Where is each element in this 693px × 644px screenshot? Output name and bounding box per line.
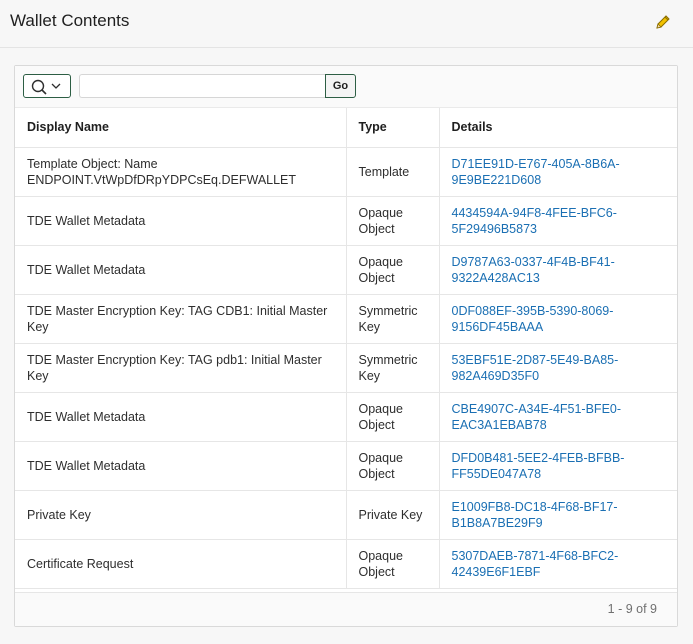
details-link[interactable]: CBE4907C-A34E-4F51-BFE0-EAC3A1EBAB78 [452, 402, 622, 432]
display-name-cell: TDE Wallet Metadata [15, 245, 346, 295]
type-cell: Opaque Object [345, 539, 439, 589]
table-row: Private Key Private Key E1009FB8-DC18-4F… [15, 490, 677, 540]
details-cell: 0DF088EF-395B-5390-8069-9156DF45BAAA [438, 294, 677, 344]
details-cell: E1009FB8-DC18-4F68-BF17-B1B8A7BE29F9 [438, 490, 677, 540]
details-link[interactable]: E1009FB8-DC18-4F68-BF17-B1B8A7BE29F9 [452, 500, 618, 530]
details-cell: D71EE91D-E767-405A-8B6A-9E9BE221D608 [438, 147, 677, 197]
table-row: Template Object: Name ENDPOINT.VtWpDfDRp… [15, 147, 677, 197]
type-cell: Opaque Object [345, 245, 439, 295]
details-cell: CBE4907C-A34E-4F51-BFE0-EAC3A1EBAB78 [438, 392, 677, 442]
details-link[interactable]: D71EE91D-E767-405A-8B6A-9E9BE221D608 [452, 157, 620, 187]
type-cell: Opaque Object [345, 441, 439, 491]
display-name-cell: TDE Wallet Metadata [15, 196, 346, 246]
display-name-cell: TDE Wallet Metadata [15, 441, 346, 491]
details-link[interactable]: 5307DAEB-7871-4F68-BFC2-42439E6F1EBF [452, 549, 619, 579]
search-column-menu-button[interactable] [23, 74, 71, 98]
details-cell: 5307DAEB-7871-4F68-BFC2-42439E6F1EBF [438, 539, 677, 589]
type-cell: Opaque Object [345, 392, 439, 442]
pagination-info: 1 - 9 of 9 [607, 602, 657, 616]
details-cell: DFD0B481-5EE2-4FEB-BFBB-FF55DE047A78 [438, 441, 677, 491]
wallet-contents-report: Go Display Name Type Details Template Ob… [14, 65, 678, 627]
page-title: Wallet Contents [10, 11, 130, 30]
table-row: TDE Wallet Metadata Opaque Object CBE490… [15, 392, 677, 442]
details-link[interactable]: 4434594A-94F8-4FEE-BFC6-5F29496B5873 [452, 206, 617, 236]
report-toolbar: Go [15, 66, 677, 108]
wallet-contents-table: Display Name Type Details Template Objec… [15, 108, 677, 589]
details-cell: 53EBF51E-2D87-5E49-BA85-982A469D35F0 [438, 343, 677, 393]
details-link[interactable]: 53EBF51E-2D87-5E49-BA85-982A469D35F0 [452, 353, 619, 383]
table-row: Certificate Request Opaque Object 5307DA… [15, 539, 677, 589]
type-cell: Opaque Object [345, 196, 439, 246]
type-cell: Symmetric Key [345, 343, 439, 393]
report-footer: 1 - 9 of 9 [15, 592, 677, 626]
table-row: TDE Master Encryption Key: TAG pdb1: Ini… [15, 343, 677, 393]
details-link[interactable]: D9787A63-0337-4F4B-BF41-9322A428AC13 [452, 255, 615, 285]
display-name-cell: Template Object: Name ENDPOINT.VtWpDfDRp… [15, 147, 346, 197]
details-link[interactable]: 0DF088EF-395B-5390-8069-9156DF45BAAA [452, 304, 614, 334]
details-cell: 4434594A-94F8-4FEE-BFC6-5F29496B5873 [438, 196, 677, 246]
type-cell: Template [345, 147, 439, 197]
search-icon [31, 79, 61, 95]
table-header-row: Display Name Type Details [15, 108, 677, 148]
page-header: Wallet Contents [0, 0, 693, 48]
details-cell: D9787A63-0337-4F4B-BF41-9322A428AC13 [438, 245, 677, 295]
display-name-cell: TDE Master Encryption Key: TAG CDB1: Ini… [15, 294, 346, 344]
table-row: TDE Wallet Metadata Opaque Object D9787A… [15, 245, 677, 295]
edit-button[interactable] [653, 12, 673, 32]
table-row: TDE Wallet Metadata Opaque Object DFD0B4… [15, 441, 677, 491]
chevron-down-icon [51, 83, 61, 89]
pencil-icon [656, 15, 670, 29]
display-name-cell: Private Key [15, 490, 346, 540]
type-cell: Private Key [345, 490, 439, 540]
display-name-cell: TDE Wallet Metadata [15, 392, 346, 442]
search-input[interactable] [79, 74, 325, 98]
column-header-display-name[interactable]: Display Name [15, 108, 346, 148]
column-header-details[interactable]: Details [438, 108, 677, 148]
display-name-cell: TDE Master Encryption Key: TAG pdb1: Ini… [15, 343, 346, 393]
go-button[interactable]: Go [325, 74, 356, 98]
display-name-cell: Certificate Request [15, 539, 346, 589]
details-link[interactable]: DFD0B481-5EE2-4FEB-BFBB-FF55DE047A78 [452, 451, 625, 481]
column-header-type[interactable]: Type [345, 108, 439, 148]
table-row: TDE Wallet Metadata Opaque Object 443459… [15, 196, 677, 246]
table-row: TDE Master Encryption Key: TAG CDB1: Ini… [15, 294, 677, 344]
type-cell: Symmetric Key [345, 294, 439, 344]
